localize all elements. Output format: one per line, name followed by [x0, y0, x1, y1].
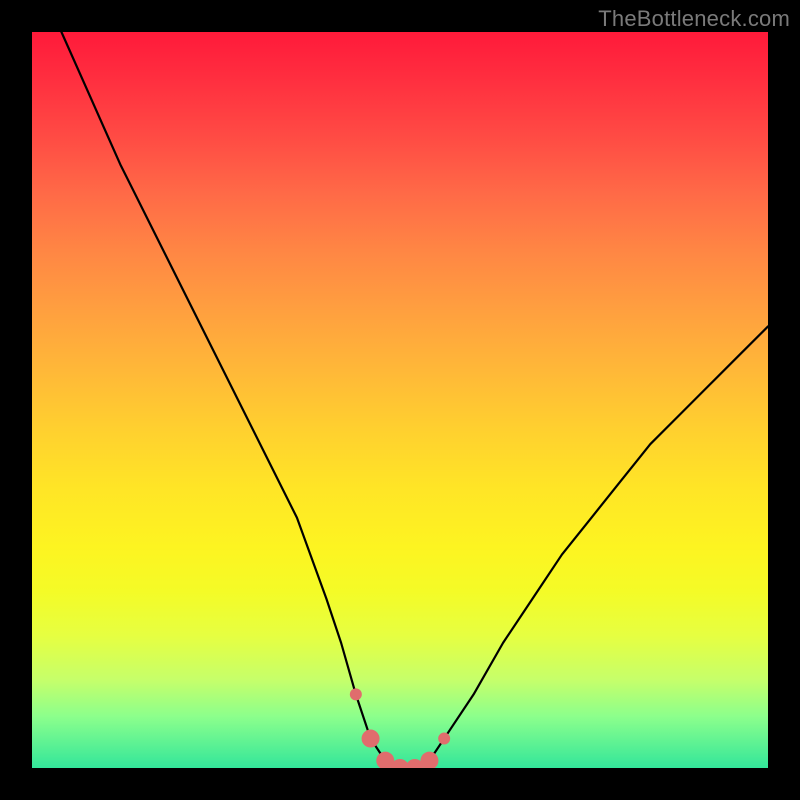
minimum-markers	[350, 688, 450, 768]
minimum-marker	[420, 752, 438, 768]
minimum-marker	[362, 730, 380, 748]
minimum-marker	[350, 688, 362, 700]
minimum-marker	[438, 733, 450, 745]
plot-area	[32, 32, 768, 768]
watermark-text: TheBottleneck.com	[598, 6, 790, 32]
curve-path	[61, 32, 768, 768]
bottleneck-curve	[32, 32, 768, 768]
chart-frame: TheBottleneck.com	[0, 0, 800, 800]
